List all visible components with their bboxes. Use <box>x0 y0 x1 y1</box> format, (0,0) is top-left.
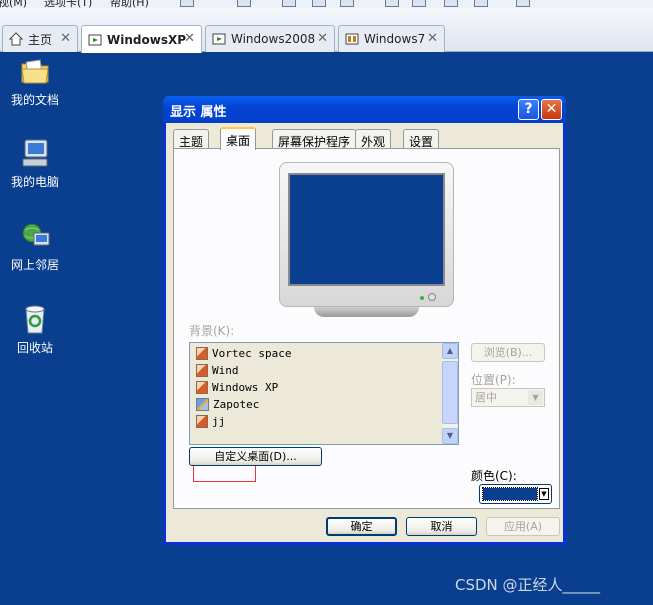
tab-appearance[interactable]: 外观 <box>355 129 392 149</box>
help-button[interactable]: ? <box>518 99 539 120</box>
bitmap-icon <box>196 363 208 377</box>
dialog-title: 显示 属性 <box>170 105 227 120</box>
computer-icon <box>19 137 51 169</box>
image-icon <box>196 397 209 411</box>
color-picker[interactable]: ▼ <box>479 484 552 504</box>
cancel-button[interactable]: 取消 <box>406 517 477 536</box>
desktop-icon-my-documents[interactable]: 我的文档 <box>0 55 70 108</box>
background-listbox[interactable]: Vortec space Wind Windows XP Zapotec jj … <box>189 342 459 445</box>
network-icon <box>19 220 51 252</box>
unity-icon[interactable] <box>474 0 488 7</box>
watermark: CSDN @正经人_____ <box>455 576 601 594</box>
desktop-icon-network[interactable]: 网上邻居 <box>0 220 70 273</box>
vm-tab-bar: 主页 ✕ WindowsXP ✕ Windows2008 ✕ Windows7 … <box>0 8 653 53</box>
bitmap-icon <box>196 380 208 394</box>
list-item-label: Wind <box>212 363 239 377</box>
menu-view[interactable]: 视(M) <box>0 0 27 8</box>
tab-home[interactable]: 主页 ✕ <box>2 25 78 52</box>
tab-desktop[interactable]: 桌面 <box>220 127 257 150</box>
snapshot-icon[interactable] <box>237 0 251 7</box>
close-icon[interactable]: ✕ <box>317 31 328 46</box>
menu-tabs[interactable]: 选项卡(T) <box>44 0 92 8</box>
position-dropdown[interactable]: 居中 ▼ <box>471 388 545 407</box>
list-item[interactable]: Zapotec <box>196 396 259 412</box>
list-scrollbar[interactable]: ▲ ▼ <box>442 343 458 444</box>
view-icon[interactable] <box>385 0 399 7</box>
bitmap-icon <box>196 414 208 428</box>
browse-button[interactable]: 浏览(B)... <box>471 343 545 362</box>
desktop-preview-screen <box>288 173 445 286</box>
tab-label: Windows7 <box>364 32 426 46</box>
list-item[interactable]: Wind <box>196 362 239 378</box>
fullscreen-icon[interactable] <box>444 0 458 7</box>
position-value: 居中 <box>475 391 497 404</box>
list-item-label: Zapotec <box>213 397 260 411</box>
bitmap-icon <box>196 346 208 360</box>
tab-windows2008[interactable]: Windows2008 ✕ <box>205 25 335 52</box>
desktop-icon-label: 回收站 <box>16 341 53 355</box>
close-icon[interactable]: ✕ <box>427 31 438 46</box>
close-icon[interactable]: ✕ <box>60 31 71 46</box>
host-menu-bar: 视(M) 选项卡(T) 帮助(H) <box>0 0 653 8</box>
list-item[interactable]: Windows XP <box>196 379 278 395</box>
tab-windows7[interactable]: Windows7 ✕ <box>338 25 445 52</box>
desktop-tab-panel: 背景(K): Vortec space Wind Windows XP Zapo… <box>173 148 560 509</box>
tab-settings[interactable]: 设置 <box>403 129 440 149</box>
vm-icon <box>88 33 102 47</box>
vm-icon <box>212 32 226 46</box>
tools-icon[interactable] <box>340 0 354 7</box>
tab-screensaver[interactable]: 屏幕保护程序 <box>272 129 357 149</box>
tab-windowsxp[interactable]: WindowsXP ✕ <box>81 25 202 53</box>
tab-label: WindowsXP <box>107 32 187 47</box>
scroll-down-icon[interactable]: ▼ <box>442 428 458 444</box>
scroll-up-icon[interactable]: ▲ <box>442 343 458 359</box>
monitor-preview <box>279 162 454 307</box>
scroll-thumb[interactable] <box>442 361 458 424</box>
list-item-label: Windows XP <box>212 380 279 394</box>
background-label: 背景(K): <box>189 324 235 338</box>
desktop-icon-label: 网上邻居 <box>10 258 59 272</box>
close-button[interactable]: ✕ <box>541 99 562 120</box>
color-swatch <box>482 487 538 501</box>
desktop-icon-my-computer[interactable]: 我的电脑 <box>0 137 70 190</box>
vm-icon <box>345 32 359 46</box>
desktop-icon-label: 我的电脑 <box>10 175 59 189</box>
chevron-down-icon[interactable]: ▼ <box>539 488 549 500</box>
apply-button[interactable]: 应用(A) <box>486 517 560 536</box>
manager-icon[interactable] <box>312 0 326 7</box>
list-item[interactable]: Vortec space <box>196 345 291 361</box>
tab-label: 主页 <box>28 32 53 47</box>
customize-desktop-button[interactable]: 自定义桌面(D)... <box>189 447 322 466</box>
ok-button[interactable]: 确定 <box>326 517 397 536</box>
tab-themes[interactable]: 主题 <box>173 129 210 149</box>
list-item-label: Vortec space <box>212 346 292 360</box>
menu-help[interactable]: 帮助(H) <box>110 0 149 8</box>
position-label: 位置(P): <box>471 373 516 387</box>
pause-icon[interactable] <box>180 0 194 7</box>
home-icon <box>8 32 24 46</box>
power-button-graphic <box>428 293 436 301</box>
dialog-titlebar[interactable]: 显示 属性 ? ✕ <box>163 96 566 123</box>
power-led <box>420 296 424 300</box>
tab-label: Windows2008 <box>231 32 316 46</box>
desktop-icon-recycle-bin[interactable]: 回收站 <box>0 303 70 356</box>
close-icon[interactable]: ✕ <box>184 31 195 46</box>
display-properties-dialog: 显示 属性 ? ✕ 主题 桌面 屏幕保护程序 外观 设置 背景(K): Vort… <box>163 96 566 545</box>
chevron-down-icon[interactable]: ▼ <box>528 390 543 405</box>
list-item-label: jj <box>212 414 226 428</box>
folder-icon <box>19 55 51 87</box>
color-label: 颜色(C): <box>471 469 517 483</box>
desktop-icon-label: 我的文档 <box>10 93 59 107</box>
monitor-stand <box>314 307 419 317</box>
library-icon[interactable] <box>516 0 530 7</box>
recycle-bin-icon <box>19 303 51 335</box>
console-icon[interactable] <box>412 0 426 7</box>
list-item[interactable]: jj <box>196 413 225 429</box>
revert-icon[interactable] <box>282 0 296 7</box>
